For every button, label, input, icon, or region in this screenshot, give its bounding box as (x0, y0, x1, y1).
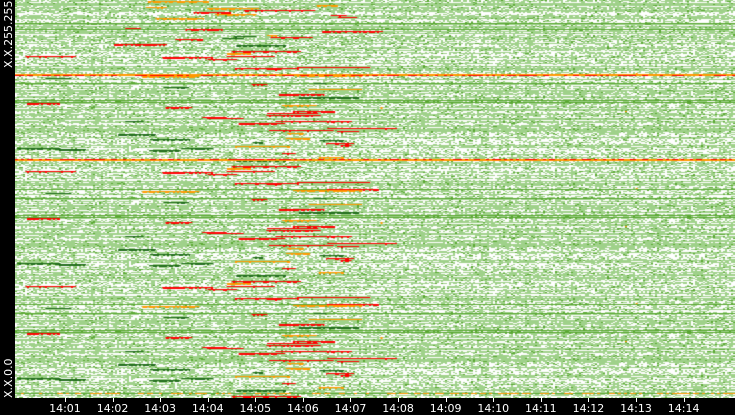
x-axis: 14:01 14:02 14:03 14:04 14:05 14:06 14:07 14:08… (0, 398, 735, 415)
heatmap-plot-area (15, 0, 735, 398)
chart: X.X.255.255 X.X.0.0 14:01 14:02 14:03 14:04… (0, 0, 735, 415)
x-tick-label: 14:10 (477, 402, 510, 415)
x-tick-label: 14:02 (96, 402, 129, 415)
y-label-bottom: X.X.0.0 (2, 358, 15, 398)
x-tick-label: 14:09 (429, 402, 462, 415)
x-tick-label: 14:08 (382, 402, 414, 415)
x-tick-label: 14:01 (49, 402, 81, 415)
x-tick-label: 14:13 (620, 402, 652, 415)
x-tick-label: 14:04 (191, 402, 224, 415)
x-tick-label: 14:06 (287, 402, 319, 415)
x-tick-label: 14:12 (572, 402, 605, 415)
x-tick-label: 14:07 (334, 402, 367, 415)
y-label-top: X.X.255.255 (2, 0, 15, 68)
x-tick-label: 14:05 (239, 402, 272, 415)
x-tick-label: 14:03 (144, 402, 176, 415)
x-tick-label: 14:11 (524, 402, 557, 415)
x-tick-label: 14:14 (667, 402, 700, 415)
y-axis: X.X.255.255 X.X.0.0 (0, 0, 15, 398)
